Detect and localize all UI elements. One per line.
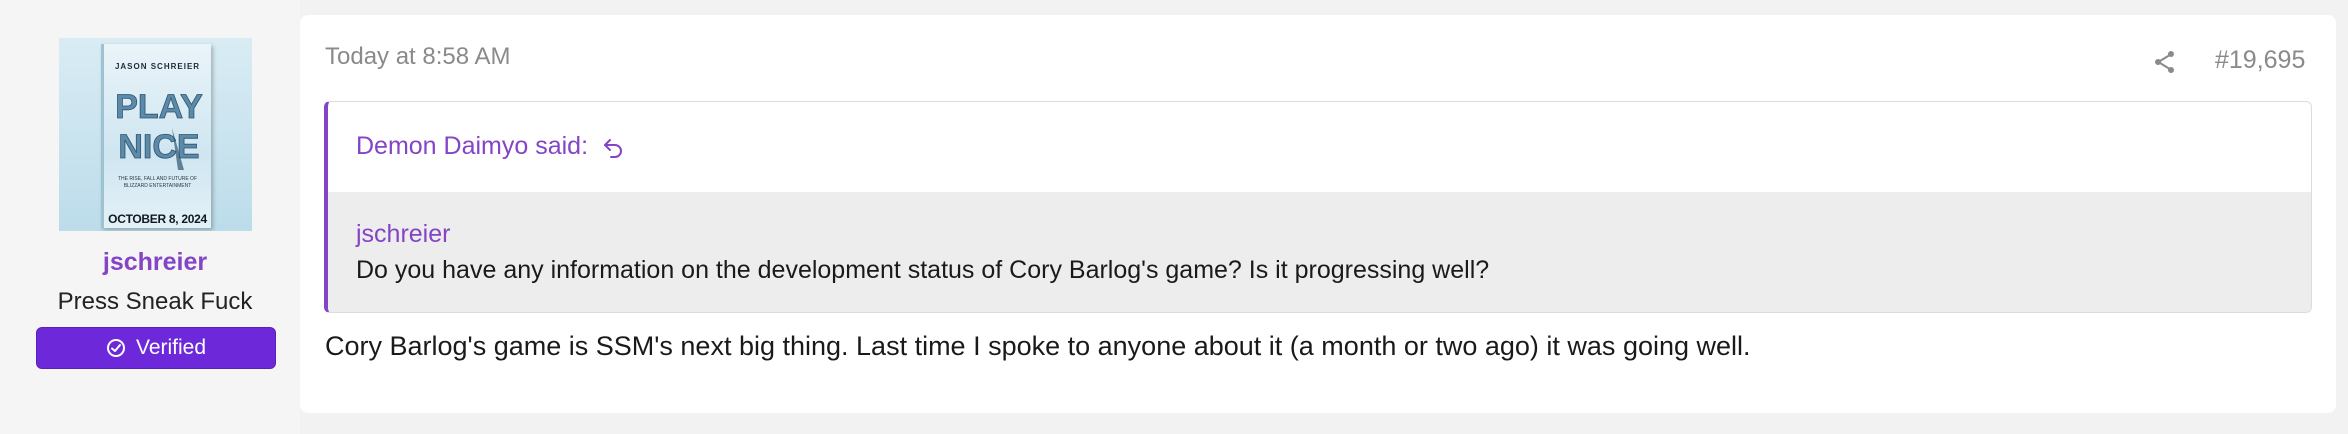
nested-quote: jschreier Do you have any information on…	[328, 192, 2311, 312]
quote-attribution[interactable]: Demon Daimyo said:	[356, 132, 624, 161]
post-container: JASON SCHREIER PLAY NICE THE RISE, FALL …	[0, 0, 2348, 434]
quote-author[interactable]: Demon Daimyo said:	[356, 132, 588, 161]
verified-label: Verified	[135, 336, 207, 359]
user-title: Press Sneak Fuck	[57, 288, 253, 315]
nested-quote-author[interactable]: jschreier	[356, 220, 450, 249]
quote-block: Demon Daimyo said: jschreier Do you have…	[324, 101, 2312, 313]
book-subtitle: THE RISE, FALL AND FUTURE OF BLIZZARD EN…	[118, 176, 197, 189]
username-link[interactable]: jschreier	[0, 248, 310, 277]
nested-quote-text: Do you have any information on the devel…	[356, 256, 1490, 284]
post-message: Cory Barlog's game is SSM's next big thi…	[325, 331, 1751, 361]
svg-text:PLAY: PLAY	[115, 88, 203, 126]
share-icon[interactable]	[2152, 49, 2178, 75]
avatar-book-cover: JASON SCHREIER PLAY NICE THE RISE, FALL …	[101, 44, 211, 228]
post-card: Today at 8:58 AM #19,695 Demon Daimyo sa…	[300, 15, 2336, 413]
book-title-art: PLAY NICE	[115, 88, 203, 170]
svg-text:NICE: NICE	[118, 128, 199, 166]
user-sidebar: JASON SCHREIER PLAY NICE THE RISE, FALL …	[0, 0, 300, 434]
book-date: OCTOBER 8, 2024	[108, 212, 207, 226]
avatar[interactable]: JASON SCHREIER PLAY NICE THE RISE, FALL …	[59, 38, 252, 231]
verified-badge: Verified	[36, 327, 276, 369]
reply-arrow-icon[interactable]	[602, 136, 624, 158]
post-number-link[interactable]: #19,695	[2215, 46, 2305, 75]
check-circle-icon	[106, 339, 125, 357]
book-author: JASON SCHREIER	[114, 62, 201, 71]
post-timestamp[interactable]: Today at 8:58 AM	[325, 43, 510, 71]
